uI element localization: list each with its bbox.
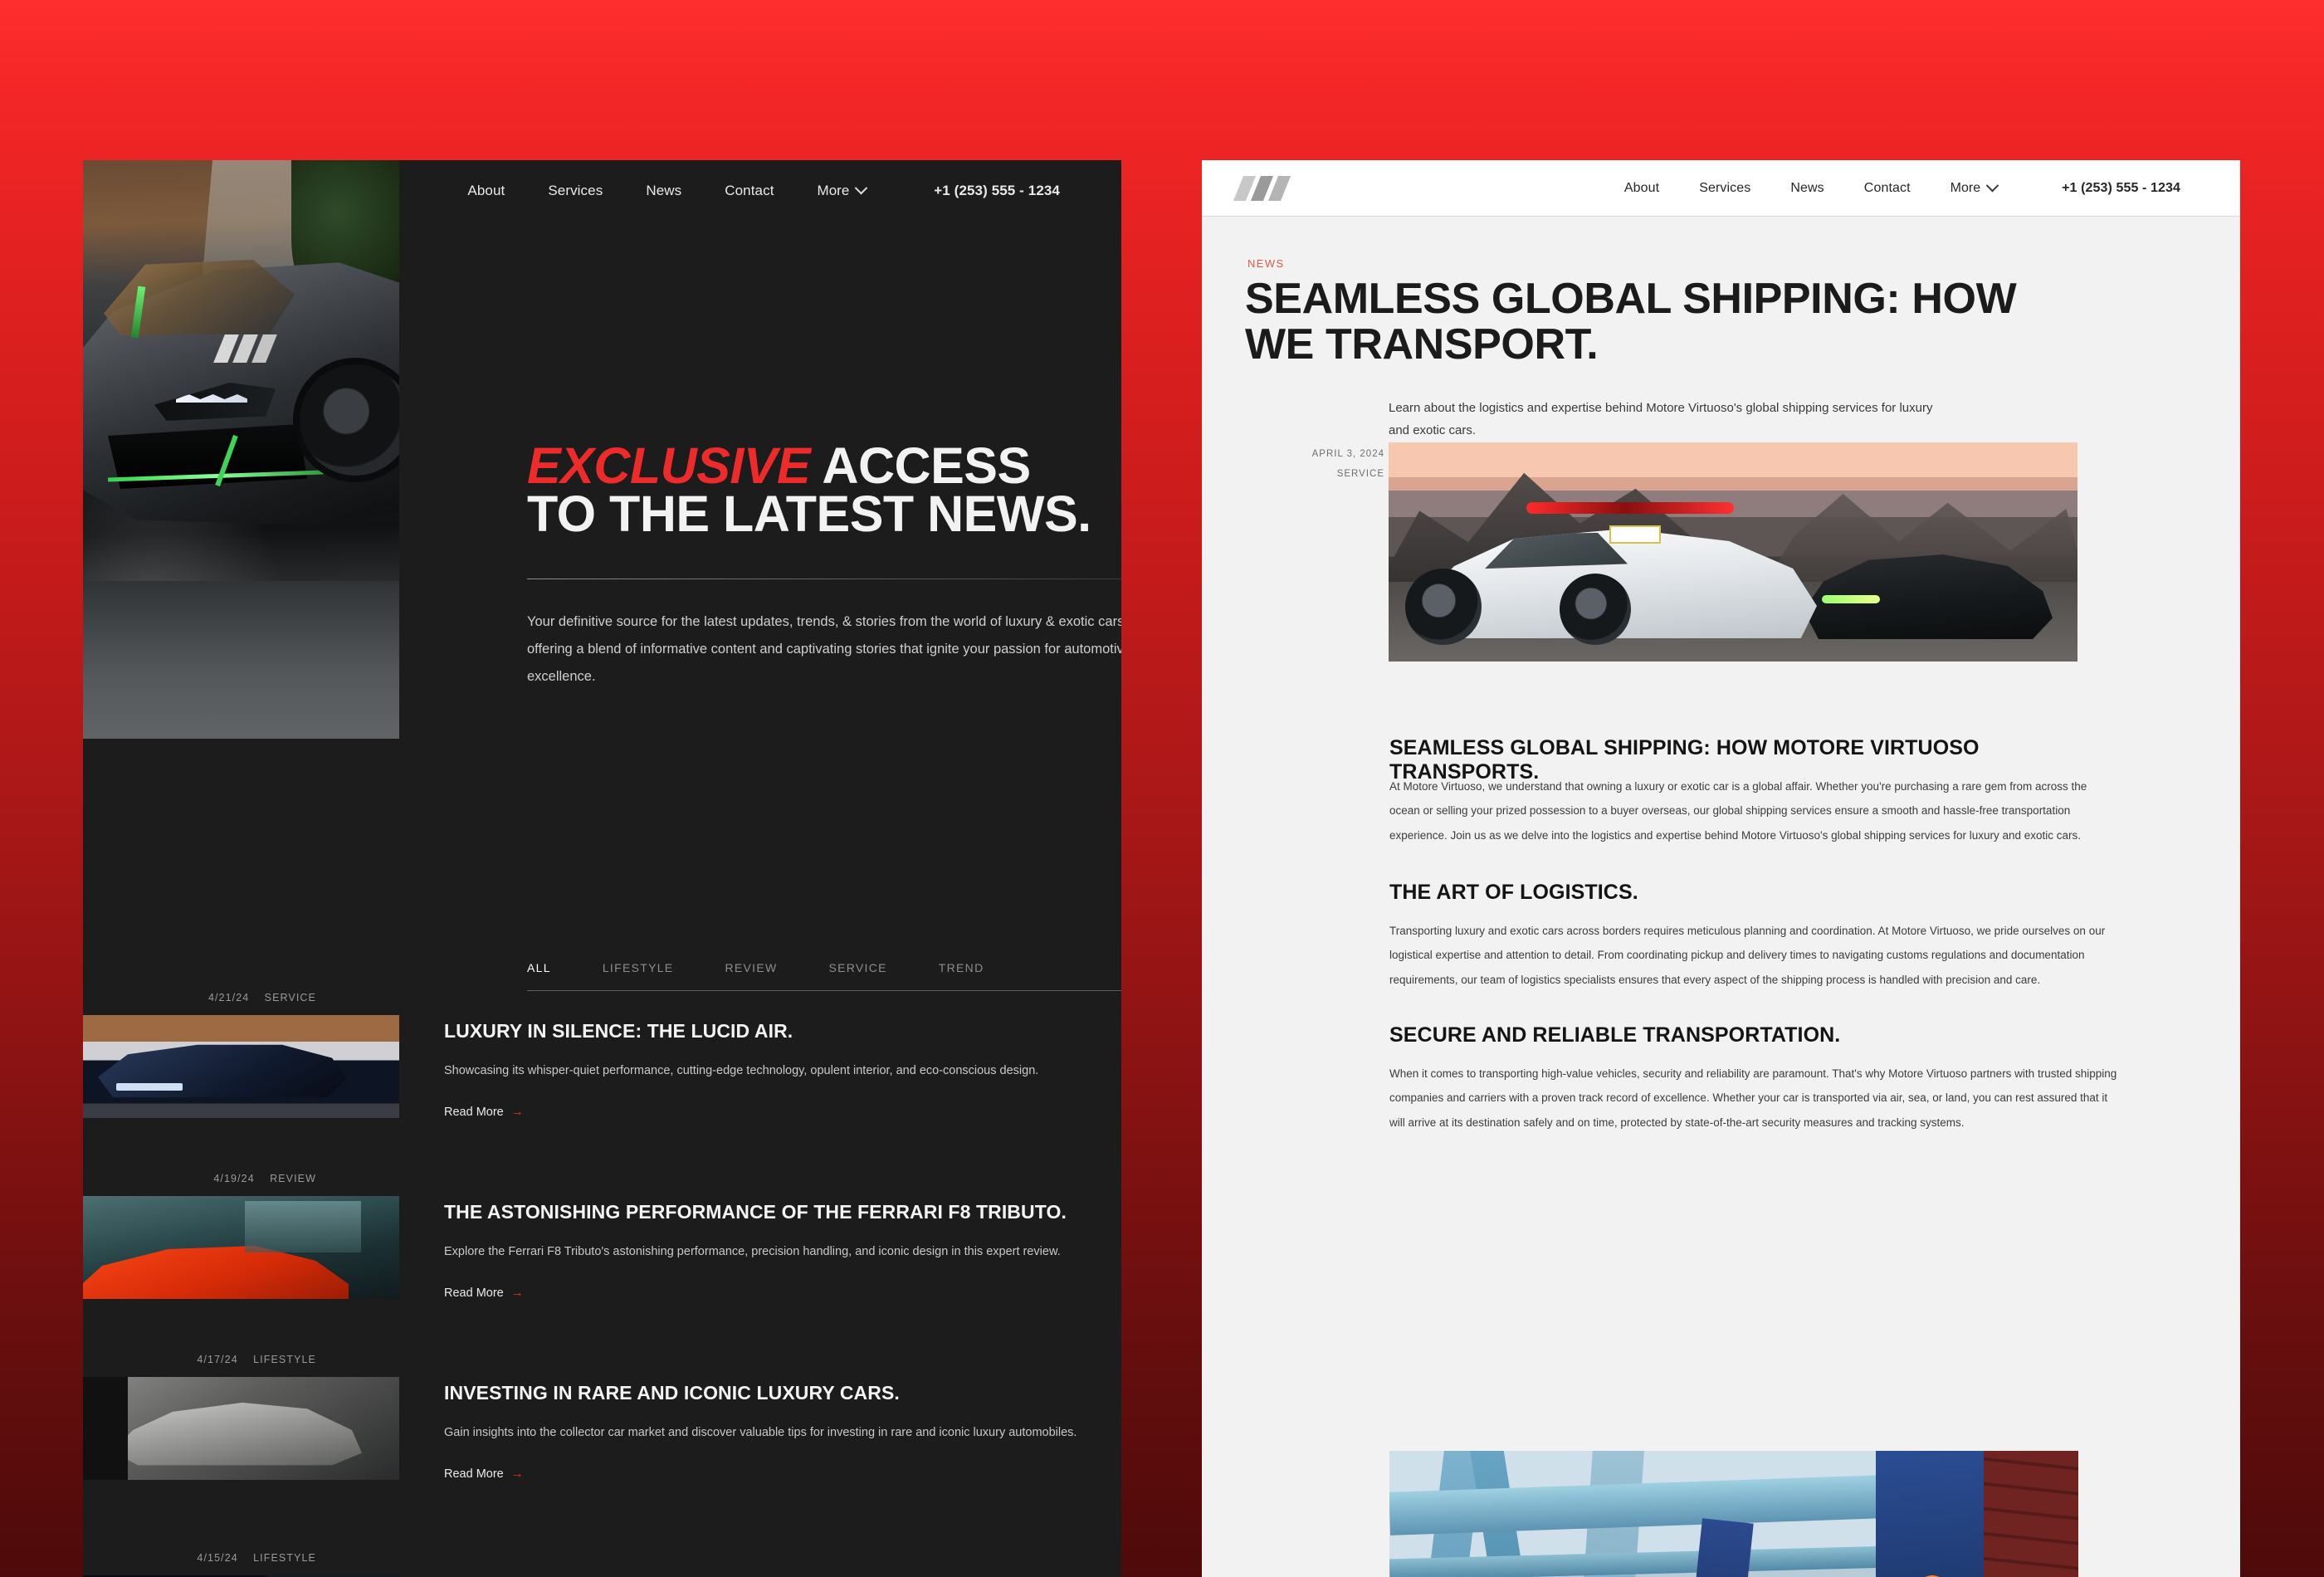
thumb-window [245, 1201, 361, 1252]
article-category: LIFESTYLE [253, 1552, 316, 1564]
read-more-label: Read More [444, 1105, 504, 1119]
nav-item-more[interactable]: More [796, 181, 888, 199]
hero-license-plate [1609, 525, 1661, 544]
article-body-image [1389, 1451, 2078, 1577]
filter-tab-row: ALL LIFESTYLE REVIEW SERVICE TREND [527, 961, 1121, 974]
read-more-link[interactable]: Read More → [444, 1286, 1108, 1300]
article-category: LIFESTYLE [253, 1354, 316, 1365]
nav-item-contact[interactable]: Contact [703, 183, 795, 199]
filter-tab-lifestyle[interactable]: LIFESTYLE [603, 961, 725, 974]
hero-wheel-front [1560, 574, 1631, 645]
article-category: REVIEW [270, 1173, 316, 1184]
article-date: APRIL 3, 2024 [1311, 449, 1384, 459]
filter-tab-trend[interactable]: TREND [939, 961, 1036, 974]
nav-item-contact[interactable]: Contact [1844, 181, 1931, 196]
read-more-label: Read More [444, 1467, 504, 1481]
hero-headline-line2: TO THE LATEST NEWS. [527, 485, 1091, 542]
article-detail-page: About Services News Contact More +1 (253… [1202, 160, 2240, 1577]
article-body: INVESTING IN RARE AND ICONIC LUXURY CARS… [444, 1382, 1108, 1481]
nav-item-services[interactable]: Services [1679, 181, 1770, 196]
logo-right[interactable] [1233, 175, 1291, 201]
article-meta: 4/19/24 REVIEW [213, 1173, 316, 1184]
article-category: SERVICE [264, 992, 316, 1003]
chevron-down-icon [1985, 178, 1999, 193]
nav-item-news[interactable]: News [1770, 181, 1843, 196]
nav-links: About Services News Contact More +1 (253… [446, 181, 1081, 199]
phone-link[interactable]: +1 (253) 555 - 1234 [2042, 181, 2200, 196]
read-more-link[interactable]: Read More → [444, 1105, 1108, 1119]
hero-black-audi-lights [1822, 595, 1880, 603]
read-more-label: Read More [444, 1286, 504, 1300]
hero-taillight-bar [1526, 502, 1734, 514]
article-meta: APRIL 3, 2024 SERVICE [1250, 444, 1384, 484]
nav-item-services[interactable]: Services [526, 183, 624, 199]
hanging-container [1687, 1518, 1754, 1577]
arrow-right-icon: → [510, 1105, 524, 1119]
article-meta: 4/17/24 LIFESTYLE [197, 1354, 316, 1365]
section-heading-3: SECURE AND RELIABLE TRANSPORTATION. [1389, 1023, 1841, 1047]
read-more-link[interactable]: Read More → [444, 1467, 1108, 1481]
filter-tab-service[interactable]: SERVICE [828, 961, 938, 974]
nav-item-news[interactable]: News [624, 183, 703, 199]
section-body-2: Transporting luxury and exotic cars acro… [1389, 925, 2106, 986]
nav-item-about[interactable]: About [446, 183, 526, 199]
category-filter-tabs: ALL LIFESTYLE REVIEW SERVICE TREND [527, 961, 1121, 991]
hero-road [83, 581, 399, 739]
section-body-1: At Motore Virtuoso, we understand that o… [1389, 780, 2087, 842]
article-lede: Learn about the logistics and expertise … [1389, 401, 1933, 437]
nav-more-label: More [817, 182, 850, 198]
article-title[interactable]: THE ASTONISHING PERFORMANCE OF THE FERRA… [444, 1201, 1108, 1223]
article-kicker: NEWS [1247, 257, 1285, 270]
chevron-down-icon [855, 181, 868, 195]
ship-red-containers [1984, 1451, 2078, 1577]
filter-tabs-divider [527, 990, 1121, 991]
hero-headline: EXCLUSIVE ACCESS TO THE LATEST NEWS. [527, 441, 1121, 542]
hero-text-block: EXCLUSIVE ACCESS TO THE LATEST NEWS. You… [527, 441, 1121, 691]
article-meta: 4/21/24 SERVICE [208, 992, 316, 1003]
article-date: 4/17/24 [197, 1354, 238, 1365]
left-navbar: About Services News Contact More +1 (253… [83, 160, 1121, 221]
article-title[interactable]: INVESTING IN RARE AND ICONIC LUXURY CARS… [444, 1382, 1108, 1404]
thumb-headlight [116, 1083, 183, 1091]
nav-links: About Services News Contact More +1 (253… [1604, 178, 2200, 196]
nav-item-more[interactable]: More [1931, 178, 2017, 196]
hero-wheel-rear [1405, 569, 1482, 645]
article-meta: 4/15/24 LIFESTYLE [197, 1552, 316, 1564]
news-listing-page: About Services News Contact More +1 (253… [83, 160, 1121, 1577]
nav-item-about[interactable]: About [1604, 181, 1679, 196]
hero-image-lamborghini [83, 160, 399, 739]
nav-more-label: More [1950, 180, 1981, 195]
article-thumbnail[interactable] [83, 1015, 399, 1118]
phone-link[interactable]: +1 (253) 555 - 1234 [912, 183, 1081, 199]
article-excerpt: Gain insights into the collector car mar… [444, 1426, 1077, 1439]
arrow-right-icon: → [510, 1286, 524, 1300]
section-body-3: When it comes to transporting high-value… [1389, 1067, 2117, 1129]
hero-subtitle: Your definitive source for the latest up… [527, 613, 1121, 684]
article-body: THE ASTONISHING PERFORMANCE OF THE FERRA… [444, 1201, 1108, 1300]
article-body: LUXURY IN SILENCE: THE LUCID AIR. Showca… [444, 1020, 1108, 1119]
logo-left[interactable] [213, 334, 277, 363]
article-title[interactable]: LUXURY IN SILENCE: THE LUCID AIR. [444, 1020, 1108, 1042]
article-thumbnail[interactable] [83, 1377, 399, 1480]
article-date: 4/21/24 [208, 992, 250, 1003]
right-navbar: About Services News Contact More +1 (253… [1202, 160, 2240, 217]
article-excerpt: Showcasing its whisper-quiet performance… [444, 1064, 1039, 1077]
article-category: SERVICE [1336, 469, 1384, 480]
page-title: SEAMLESS GLOBAL SHIPPING: HOW WE TRANSPO… [1245, 275, 2017, 369]
article-hero-image [1389, 442, 2077, 662]
arrow-right-icon: → [510, 1467, 524, 1481]
article-date: 4/19/24 [213, 1173, 255, 1184]
filter-tab-all[interactable]: ALL [527, 961, 603, 974]
article-excerpt: Explore the Ferrari F8 Tributo's astonis… [444, 1245, 1061, 1258]
section-heading-2: THE ART OF LOGISTICS. [1389, 881, 1638, 904]
filter-tab-review[interactable]: REVIEW [725, 961, 828, 974]
article-date: 4/15/24 [197, 1552, 238, 1564]
thumb-shadow-block [83, 1377, 128, 1480]
article-thumbnail[interactable] [83, 1196, 399, 1299]
